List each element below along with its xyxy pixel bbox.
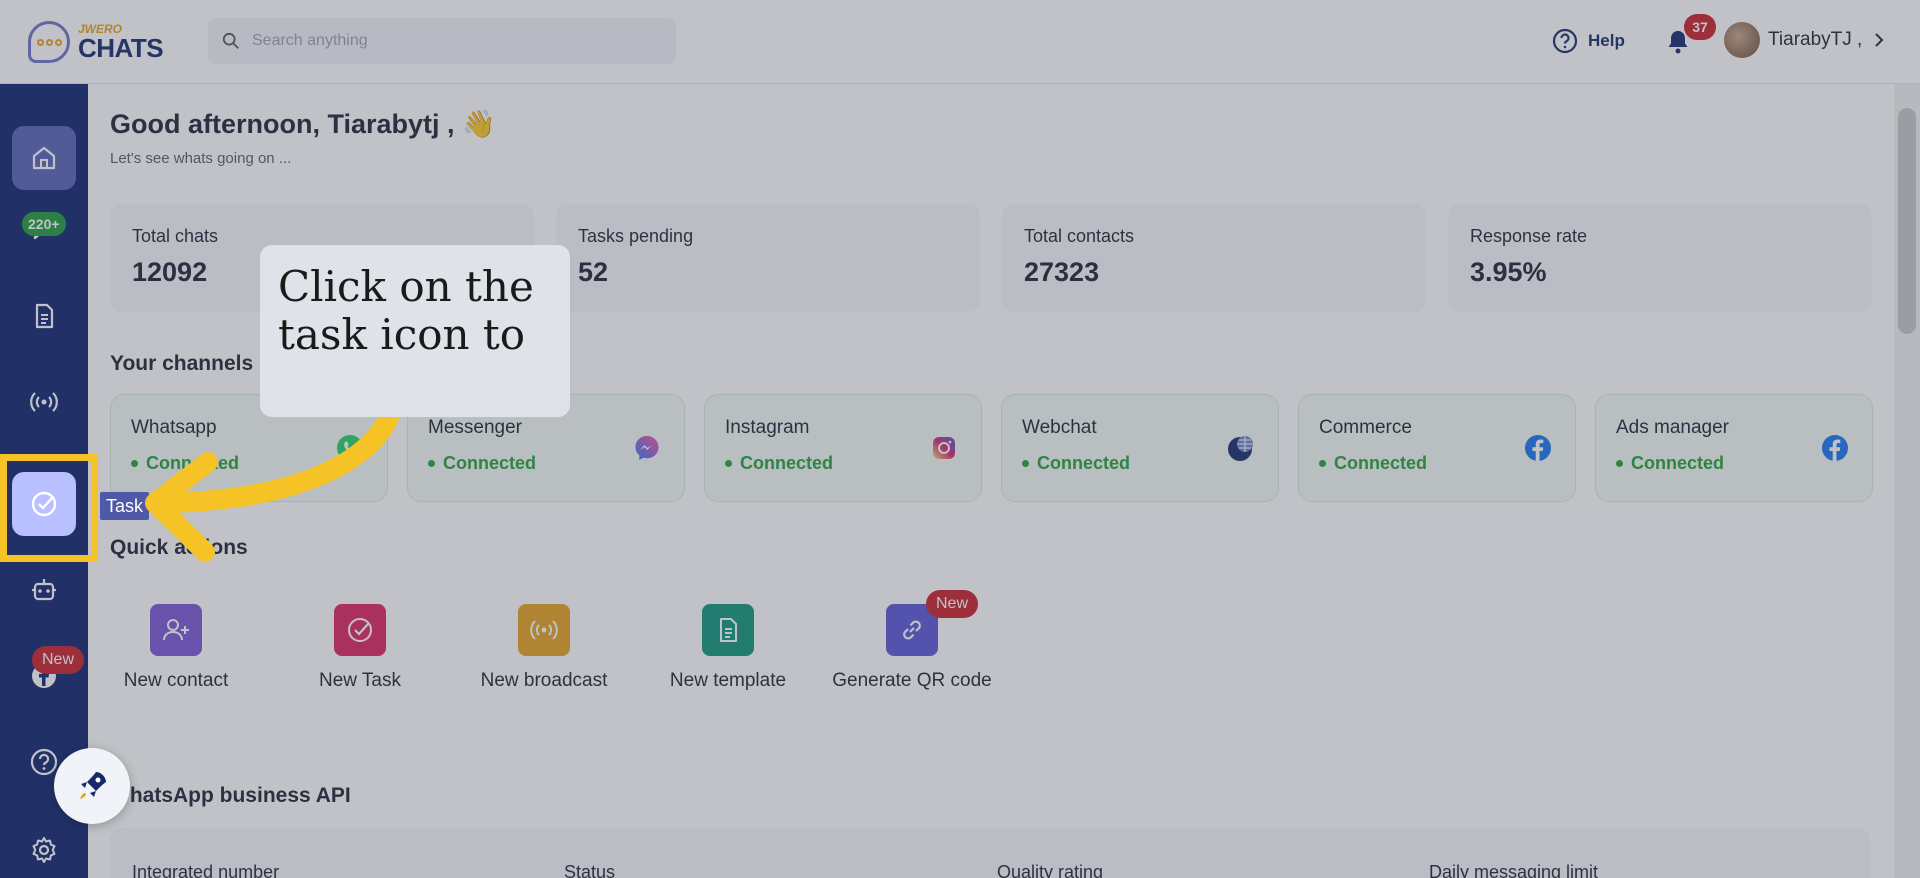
question-icon	[30, 748, 58, 776]
scrollbar-thumb[interactable]	[1898, 108, 1916, 334]
app-logo[interactable]: JWERO CHATS	[28, 20, 164, 64]
highlight-frame	[0, 454, 98, 562]
channel-name: Commerce	[1319, 417, 1412, 438]
user-menu[interactable]: TiarabyTJ ,	[1724, 22, 1888, 58]
sidebar-item-settings[interactable]	[12, 818, 76, 878]
quick-action-label: New broadcast	[480, 670, 608, 691]
document-icon	[702, 604, 754, 656]
task-check-icon	[334, 604, 386, 656]
quick-action-label: Generate QR code	[832, 670, 992, 691]
instagram-icon	[933, 437, 955, 459]
channels-section-title: Your channels	[110, 352, 254, 375]
launcher-button[interactable]	[54, 748, 130, 824]
callout-text: Click on the task icon to	[278, 262, 534, 359]
document-icon	[35, 303, 54, 329]
rocket-icon	[80, 772, 106, 799]
add-user-icon	[150, 604, 202, 656]
channel-name: Ads manager	[1616, 417, 1730, 438]
channel-name: Messenger	[428, 417, 522, 438]
gear-icon	[32, 837, 56, 863]
home-icon	[32, 146, 56, 170]
channel-card-ads-manager[interactable]: Ads manager Connected	[1595, 394, 1873, 502]
quick-action-new-template[interactable]: New template	[638, 604, 818, 692]
api-col-daily-limit: Daily messaging limit	[1429, 862, 1599, 878]
broadcast-icon	[30, 392, 58, 412]
stat-value: 27323	[1024, 257, 1100, 287]
sidebar-item-broadcast[interactable]	[12, 370, 76, 434]
stat-card-response-rate[interactable]: Response rate 3.95%	[1448, 204, 1872, 312]
stat-label: Total contacts	[1024, 226, 1135, 246]
webchat-icon	[1228, 436, 1253, 461]
channel-name: Instagram	[725, 417, 810, 438]
chevron-right-icon	[1875, 33, 1884, 47]
channel-card-commerce[interactable]: Commerce Connected	[1298, 394, 1576, 502]
search-input[interactable]	[252, 32, 652, 50]
channel-card-webchat[interactable]: Webchat Connected	[1001, 394, 1279, 502]
sidebar-item-home[interactable]	[12, 126, 76, 190]
page-subtitle: Let's see whats going on ...	[110, 150, 292, 167]
quick-action-label: New contact	[123, 670, 229, 691]
page-title: Good afternoon, Tiarabytj , 👋	[110, 109, 496, 139]
api-info-card	[110, 828, 1870, 878]
channel-name: Webchat	[1022, 417, 1097, 438]
api-col-integrated-number: Integrated number	[132, 862, 280, 878]
search-icon	[222, 32, 239, 49]
sidebar-item-bots[interactable]	[12, 558, 76, 622]
quick-action-new-contact[interactable]: New contact	[88, 604, 266, 692]
api-col-status: Status	[564, 862, 616, 878]
channel-status: Connected	[131, 453, 367, 474]
facebook-icon	[1525, 435, 1551, 461]
help-button[interactable]: Help	[1552, 28, 1625, 54]
messenger-icon	[635, 436, 659, 460]
bot-icon	[32, 579, 56, 601]
channel-status: Connected	[725, 453, 961, 474]
whatsapp-icon	[337, 435, 363, 461]
stat-card-tasks-pending[interactable]: Tasks pending 52	[556, 204, 980, 312]
tutorial-callout: Click on the task icon to	[260, 245, 570, 417]
api-section-title: WhatsApp business API	[110, 784, 351, 807]
avatar	[1724, 22, 1760, 58]
channel-name: Whatsapp	[131, 417, 217, 438]
channel-status: Connected	[1616, 453, 1852, 474]
stat-label: Tasks pending	[578, 226, 694, 246]
api-col-quality-rating: Quality rating	[997, 862, 1104, 878]
stat-card-total-contacts[interactable]: Total contacts 27323	[1002, 204, 1426, 312]
sidebar-item-templates[interactable]	[12, 284, 76, 348]
quick-action-new-task[interactable]: New Task	[270, 604, 450, 692]
user-name: TiarabyTJ ,	[1768, 29, 1863, 50]
facebook-new-badge: New	[32, 646, 85, 674]
stat-value: 3.95%	[1470, 257, 1547, 287]
channel-card-instagram[interactable]: Instagram Connected	[704, 394, 982, 502]
quick-action-generate-qr[interactable]: Generate QR code	[822, 604, 1002, 692]
help-icon	[1552, 28, 1578, 54]
channel-status: Connected	[428, 453, 664, 474]
quick-action-label: New template	[669, 670, 787, 691]
help-label: Help	[1588, 31, 1625, 50]
logo-chat-icon	[28, 21, 70, 63]
dashboard-main: Good afternoon, Tiarabytj , 👋 Let's see …	[88, 84, 1894, 878]
stat-label: Total chats	[132, 226, 219, 246]
task-tooltip: Task	[100, 492, 150, 520]
stat-value: 52	[578, 257, 609, 287]
facebook-icon	[1822, 435, 1848, 461]
broadcast-icon	[518, 604, 570, 656]
quick-action-label: New Task	[318, 670, 401, 691]
channel-status: Connected	[1022, 453, 1258, 474]
top-bar: JWERO CHATS Help 37 TiarabyTJ ,	[0, 0, 1920, 84]
stat-label: Response rate	[1470, 226, 1588, 246]
channel-status: Connected	[1319, 453, 1555, 474]
qr-new-badge: New	[926, 590, 979, 618]
notification-count-badge: 37	[1684, 14, 1716, 40]
logo-big-text: CHATS	[78, 33, 164, 63]
quick-actions-title: Quick actions	[110, 536, 248, 559]
chats-count-badge: 220+	[22, 212, 66, 236]
search-bar[interactable]	[208, 18, 676, 64]
quick-action-new-broadcast[interactable]: New broadcast	[454, 604, 634, 692]
